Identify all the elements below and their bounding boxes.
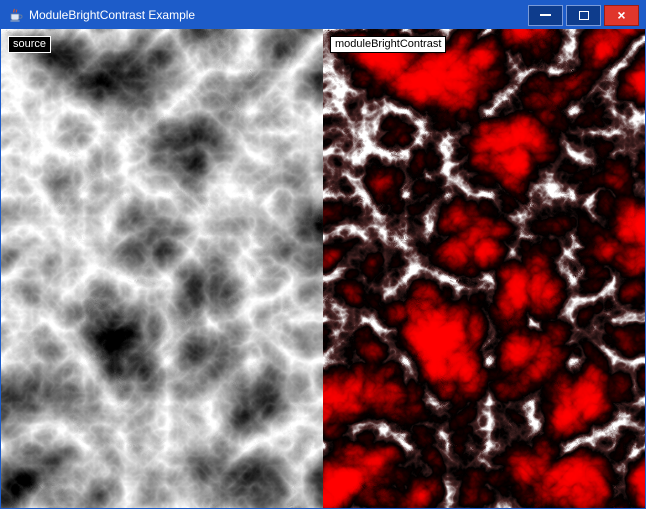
minimize-bar-icon — [540, 14, 551, 16]
maximize-box-icon — [579, 11, 589, 20]
app-window: ModuleBrightContrast Example × — [0, 0, 646, 509]
close-button[interactable]: × — [604, 5, 639, 26]
java-coffee-icon — [7, 7, 23, 23]
titlebar[interactable]: ModuleBrightContrast Example × — [1, 1, 645, 29]
close-x-icon: × — [617, 8, 625, 22]
window-controls: × — [528, 5, 639, 26]
processed-image-panel: moduleBrightContrast — [323, 29, 645, 508]
processed-label: moduleBrightContrast — [330, 36, 446, 53]
window-content: source — [1, 29, 645, 508]
window-title: ModuleBrightContrast Example — [29, 8, 528, 22]
source-label: source — [8, 36, 51, 53]
maximize-button[interactable] — [566, 5, 601, 26]
source-image — [1, 29, 323, 508]
minimize-button[interactable] — [528, 5, 563, 26]
source-image-panel: source — [1, 29, 323, 508]
processed-image — [323, 29, 645, 508]
